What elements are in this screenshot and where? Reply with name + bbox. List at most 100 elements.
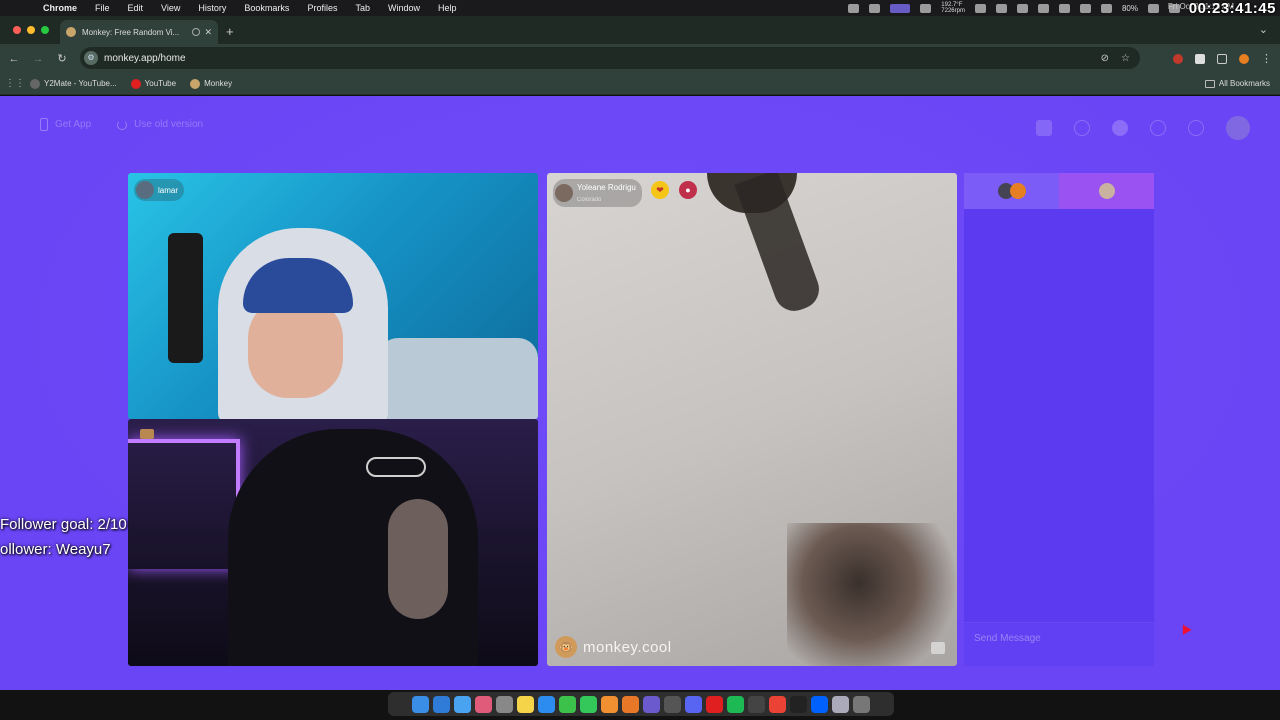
instruments-dock-icon[interactable] xyxy=(622,695,639,713)
eye-off-icon[interactable]: ⊘ xyxy=(1101,53,1109,64)
profile-avatar[interactable] xyxy=(1239,53,1249,64)
preview-dock-icon[interactable] xyxy=(832,695,849,713)
get-app-link[interactable]: Get App xyxy=(40,118,91,131)
monkey-logo-icon: 🐵 xyxy=(555,636,577,658)
net-down: 7226rpm xyxy=(941,8,965,14)
menu-edit[interactable]: Edit xyxy=(119,3,153,13)
garageband-dock-icon[interactable] xyxy=(601,695,618,713)
capcut-dock-icon[interactable] xyxy=(790,695,807,713)
mail-dock-icon[interactable] xyxy=(454,695,471,713)
menu-app-chrome[interactable]: Chrome xyxy=(34,3,86,13)
macos-menubar: Chrome File Edit View History Bookmarks … xyxy=(0,0,1280,16)
discord-dock-icon[interactable] xyxy=(685,695,702,713)
reload-button[interactable]: ↻ xyxy=(50,52,74,65)
trash-dock-icon[interactable] xyxy=(853,695,870,713)
browser-tab-active[interactable]: Monkey: Free Random Vi... ✕ xyxy=(60,20,218,44)
battery-percent[interactable]: 80% xyxy=(1122,4,1138,13)
bookmark-monkey[interactable]: Monkey xyxy=(190,78,232,89)
chat-tab-stranger[interactable] xyxy=(964,173,1059,209)
send-message-input[interactable]: Send Message xyxy=(964,622,1154,666)
volume-icon[interactable] xyxy=(1079,3,1091,13)
site-info-icon[interactable]: ⚙ xyxy=(84,51,98,65)
search-icon[interactable] xyxy=(1074,120,1090,136)
menu-view[interactable]: View xyxy=(152,3,189,13)
screen-record-icon[interactable] xyxy=(890,3,911,13)
menu-profiles[interactable]: Profiles xyxy=(298,3,346,13)
menu-file[interactable]: File xyxy=(86,3,119,13)
chrome-dock-icon[interactable] xyxy=(769,695,786,713)
page-nav-right xyxy=(1036,116,1250,140)
messages-dock-icon[interactable] xyxy=(559,695,576,713)
latest-follower-text: ollower: Weayu7 xyxy=(0,541,111,558)
appstore-dock-icon[interactable] xyxy=(538,695,555,713)
url-text[interactable]: monkey.app/home xyxy=(104,53,186,64)
youtube-dock-icon[interactable] xyxy=(706,695,723,713)
play-icon[interactable] xyxy=(1037,3,1049,13)
menu-tab[interactable]: Tab xyxy=(346,3,379,13)
live-dock-icon[interactable] xyxy=(664,695,681,713)
address-bar[interactable]: ⚙ monkey.app/home ⊘ ☆ xyxy=(80,47,1140,69)
bookmark-youtube[interactable]: YouTube xyxy=(130,78,176,89)
minimize-window-button[interactable] xyxy=(27,26,35,34)
display-icon[interactable] xyxy=(1100,3,1112,13)
notes-dock-icon[interactable] xyxy=(517,695,534,713)
browser-toolbar: ← → ↻ ⚙ monkey.app/home ⊘ ☆ ⋮ xyxy=(0,44,1280,73)
apps-grid-icon[interactable]: ⋮⋮ xyxy=(0,78,30,89)
user-avatar[interactable] xyxy=(1226,116,1250,140)
all-bookmarks[interactable]: All Bookmarks xyxy=(1204,79,1270,88)
network-stats: 192.7°F 7226rpm xyxy=(941,2,965,14)
safari-dock-icon[interactable] xyxy=(433,695,450,713)
macos-dock xyxy=(388,692,894,716)
status-app-icon[interactable] xyxy=(869,3,881,13)
photos-dock-icon[interactable] xyxy=(475,695,492,713)
close-tab-icon[interactable]: ✕ xyxy=(204,27,212,38)
imovie-dock-icon[interactable] xyxy=(643,695,660,713)
shield-extension-icon[interactable] xyxy=(1195,53,1205,64)
dropbox-status-icon[interactable] xyxy=(920,3,932,13)
new-tab-button[interactable]: + xyxy=(226,24,234,39)
forward-button[interactable]: → xyxy=(26,53,50,65)
wifi-icon[interactable] xyxy=(1148,3,1159,13)
heart-badge-icon[interactable]: ❤ xyxy=(651,181,669,199)
bookmark-star-icon[interactable]: ☆ xyxy=(1121,53,1130,64)
coin-icon[interactable] xyxy=(1112,120,1128,136)
chrome-menu-icon[interactable]: ⋮ xyxy=(1261,52,1272,65)
tab-recording-icon xyxy=(192,28,201,36)
window-icon[interactable] xyxy=(1058,3,1070,13)
stranger-user-chip[interactable]: Yoleane Rodrigu Colorado xyxy=(553,179,642,207)
extension-icon[interactable] xyxy=(1173,53,1183,64)
close-window-button[interactable] xyxy=(13,26,21,34)
follower-goal-text: Follower goal: 2/10 xyxy=(0,516,127,533)
streamer-webcam xyxy=(128,419,538,666)
zoom-window-button[interactable] xyxy=(41,26,49,34)
menu-window[interactable]: Window xyxy=(379,3,429,13)
skip-icon[interactable] xyxy=(931,642,945,654)
menu-history[interactable]: History xyxy=(189,3,235,13)
eye-icon[interactable] xyxy=(1188,120,1204,136)
airdrop-icon[interactable] xyxy=(995,3,1007,13)
chat-tab-friend[interactable] xyxy=(1059,173,1154,209)
menu-help[interactable]: Help xyxy=(429,3,466,13)
old-version-link[interactable]: Use old version xyxy=(117,118,203,131)
status-icon[interactable] xyxy=(974,3,986,13)
store-icon[interactable] xyxy=(1036,120,1052,136)
glasses-shape xyxy=(366,457,426,477)
finder-dock-icon[interactable] xyxy=(412,695,429,713)
extensions-puzzle-icon[interactable] xyxy=(1217,53,1227,64)
calculator-dock-icon[interactable] xyxy=(496,695,513,713)
facetime-dock-icon[interactable] xyxy=(580,695,597,713)
bookmark-y2mate[interactable]: Y2Mate - YouTube... xyxy=(30,78,117,89)
back-button[interactable]: ← xyxy=(2,53,26,65)
report-badge-icon[interactable]: ● xyxy=(679,181,697,199)
my-user-chip[interactable]: lamar xyxy=(134,179,185,201)
history-icon[interactable] xyxy=(1150,120,1166,136)
chat-tabs xyxy=(964,173,1154,209)
dropbox-dock-icon[interactable] xyxy=(811,695,828,713)
obs-dock-icon[interactable] xyxy=(748,695,765,713)
bluetooth-icon[interactable] xyxy=(1016,3,1028,13)
menu-bookmarks[interactable]: Bookmarks xyxy=(235,3,298,13)
spotify-dock-icon[interactable] xyxy=(727,695,744,713)
chat-panel: Send Message xyxy=(964,173,1154,666)
status-app-icon[interactable] xyxy=(848,3,860,13)
tab-search-icon[interactable]: ⌄ xyxy=(1259,23,1268,36)
